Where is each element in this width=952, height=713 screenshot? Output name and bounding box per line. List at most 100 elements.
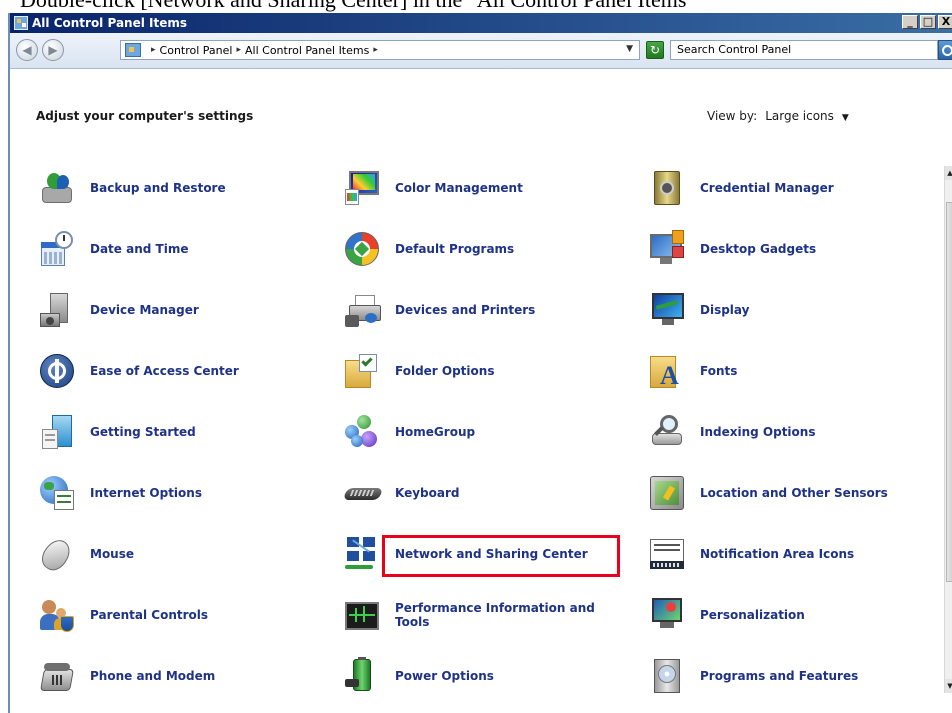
item-folder-options[interactable]: Folder Options [343,352,494,390]
item-device-manager[interactable]: Device Manager [38,291,199,329]
item-label[interactable]: Color Management [395,181,523,195]
item-label[interactable]: Device Manager [90,303,199,317]
item-label[interactable]: Personalization [700,608,805,622]
control-panel-icon [14,16,28,30]
item-ease-of-access[interactable]: Ease of Access Center [38,352,239,390]
item-label[interactable]: Credential Manager [700,181,834,195]
item-label[interactable]: Folder Options [395,364,494,378]
fonts-icon: A [648,352,686,390]
back-button[interactable]: ◀ [16,39,38,61]
item-label[interactable]: HomeGroup [395,425,475,439]
scroll-down-button[interactable]: ▼ [945,679,952,693]
refresh-button[interactable]: ↻ [646,41,664,59]
scroll-thumb[interactable] [946,202,952,582]
chevron-right-icon[interactable]: ▸ [151,45,156,55]
notification-area-icon [648,535,686,573]
default-programs-icon [343,230,381,268]
homegroup-icon [343,413,381,451]
view-by-value[interactable]: Large icons [765,109,834,123]
forward-button[interactable]: ▶ [42,39,64,61]
minimize-button[interactable]: _ [902,15,918,29]
item-label[interactable]: Parental Controls [90,608,208,622]
internet-options-icon [38,474,76,512]
item-default-programs[interactable]: Default Programs [343,230,514,268]
item-label[interactable]: Location and Other Sensors [700,486,888,500]
chevron-right-icon[interactable]: ▸ [236,45,241,55]
window-controls: _ □ X [902,15,952,29]
item-phone-modem[interactable]: Phone and Modem [38,657,215,695]
backup-restore-icon [38,169,76,207]
item-keyboard[interactable]: Keyboard [342,474,460,512]
programs-features-icon [648,657,686,695]
scroll-up-button[interactable]: ▲ [945,166,952,180]
item-mouse[interactable]: Mouse [36,535,134,575]
item-label[interactable]: Power Options [395,669,494,683]
item-fonts[interactable]: A Fonts [648,352,737,390]
item-label[interactable]: Default Programs [395,242,514,256]
address-toolbar: ◀ ▶ ▸ Control Panel ▸ All Control Panel … [10,33,952,69]
search-icon[interactable] [938,40,952,60]
parental-controls-icon [38,596,76,634]
chevron-down-icon[interactable]: ▼ [842,113,849,123]
item-label[interactable]: Backup and Restore [90,181,226,195]
item-credential-manager[interactable]: Credential Manager [648,169,834,207]
item-label[interactable]: Phone and Modem [90,669,215,683]
breadcrumb-all-items[interactable]: All Control Panel Items [245,44,369,57]
item-backup-restore[interactable]: Backup and Restore [38,169,226,207]
personalization-icon [648,596,686,634]
mouse-icon [36,535,76,575]
item-location-sensors[interactable]: Location and Other Sensors [648,474,888,512]
item-label[interactable]: Mouse [90,547,134,561]
item-desktop-gadgets[interactable]: Desktop Gadgets [648,230,816,268]
item-performance-info[interactable]: Performance Information and Tools [343,596,605,634]
network-sharing-icon [343,535,381,573]
item-homegroup[interactable]: HomeGroup [343,413,475,451]
item-label[interactable]: Devices and Printers [395,303,535,317]
item-indexing-options[interactable]: Indexing Options [648,413,815,451]
maximize-button[interactable]: □ [920,15,936,29]
item-label[interactable]: Date and Time [90,242,188,256]
page-title: Adjust your computer's settings [36,109,254,123]
chevron-down-icon[interactable]: ▼ [626,44,633,54]
item-label[interactable]: Getting Started [90,425,196,439]
phone-modem-icon [38,657,76,695]
view-by-control[interactable]: View by: Large icons ▼ [707,109,849,123]
item-label[interactable]: Performance Information and Tools [395,601,605,629]
highlight-box [382,535,620,577]
address-bar[interactable]: ▸ Control Panel ▸ All Control Panel Item… [120,40,640,60]
performance-info-icon [343,596,381,634]
location-sensors-icon [648,474,686,512]
item-personalization[interactable]: Personalization [648,596,805,634]
folder-options-icon [343,352,381,390]
item-label[interactable]: Programs and Features [700,669,858,683]
item-label[interactable]: Indexing Options [700,425,815,439]
instruction-text: Double-click [Network and Sharing Center… [20,0,952,13]
title-bar[interactable]: All Control Panel Items _ □ X [10,13,952,33]
item-color-management[interactable]: Color Management [343,169,523,207]
item-notification-area[interactable]: Notification Area Icons [648,535,854,573]
item-label[interactable]: Fonts [700,364,737,378]
item-display[interactable]: Display [648,291,749,329]
credential-manager-icon [648,169,686,207]
item-label[interactable]: Display [700,303,749,317]
item-internet-options[interactable]: Internet Options [38,474,202,512]
breadcrumb-control-panel[interactable]: Control Panel [160,44,233,57]
ease-of-access-icon [38,352,76,390]
item-power-options[interactable]: Power Options [343,657,494,695]
item-programs-features[interactable]: Programs and Features [648,657,858,695]
item-label[interactable]: Notification Area Icons [700,547,854,561]
item-getting-started[interactable]: Getting Started [38,413,196,451]
item-label[interactable]: Ease of Access Center [90,364,239,378]
item-parental-controls[interactable]: Parental Controls [38,596,208,634]
chevron-right-icon[interactable]: ▸ [373,45,378,55]
item-label[interactable]: Desktop Gadgets [700,242,816,256]
item-label[interactable]: Keyboard [395,486,460,500]
getting-started-icon [38,413,76,451]
item-label[interactable]: Internet Options [90,486,202,500]
window-title: All Control Panel Items [32,16,188,30]
search-input[interactable]: Search Control Panel [670,40,938,60]
item-devices-printers[interactable]: Devices and Printers [343,291,535,329]
item-date-time[interactable]: Date and Time [38,230,188,268]
close-button[interactable]: X [938,15,952,29]
vertical-scrollbar[interactable]: ▲ ▼ [944,166,952,693]
